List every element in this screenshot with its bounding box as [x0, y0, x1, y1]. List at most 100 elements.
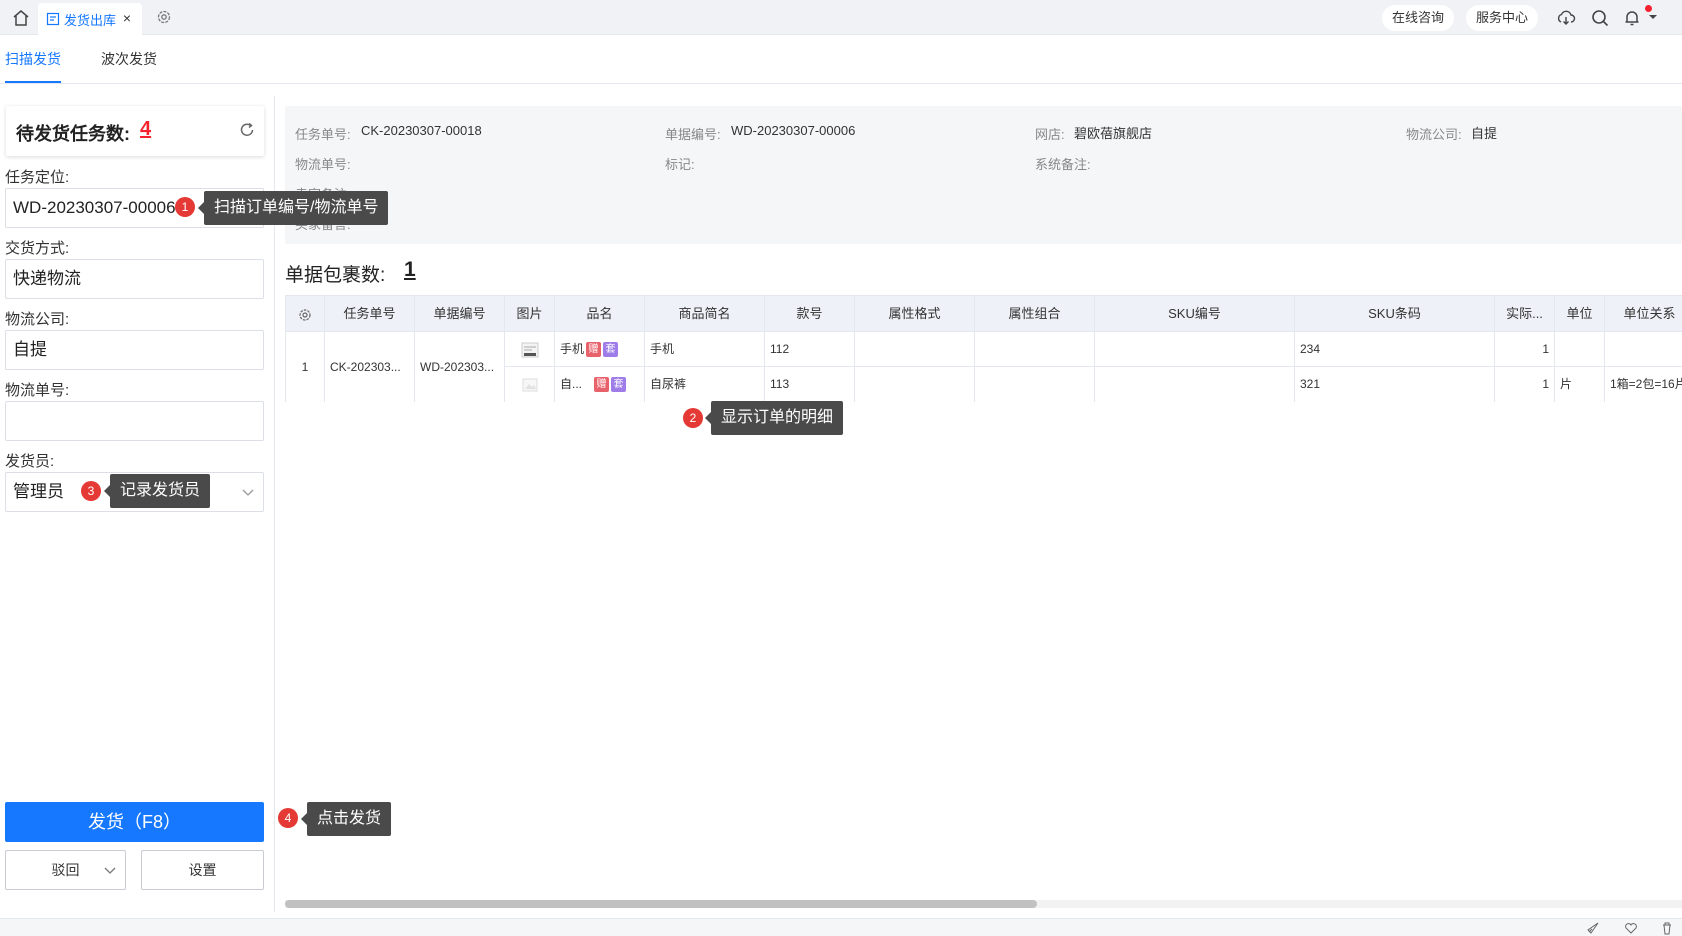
set-badge: 套: [603, 342, 619, 358]
caret-down-icon[interactable]: [1648, 12, 1658, 22]
ship-button[interactable]: 发货（F8）: [5, 802, 264, 842]
cloud-download-icon[interactable]: [1556, 8, 1576, 28]
logistics-value: 自提: [1471, 126, 1498, 141]
delivery-method-field[interactable]: 快递物流: [5, 259, 264, 299]
gift-badge: 赠: [586, 342, 602, 358]
row-index: 1: [285, 332, 325, 402]
table-row-actual-qty: 1: [1495, 367, 1555, 402]
table-row-unit: 片: [1555, 367, 1605, 402]
home-icon[interactable]: [12, 9, 30, 27]
annotation-badge-4: 4: [278, 808, 298, 828]
package-count-value[interactable]: 1: [404, 258, 416, 282]
doc-no-label: 单据编号:: [665, 127, 721, 142]
product-thumbnail-icon[interactable]: [520, 340, 540, 360]
table-row-attr-format: [855, 332, 975, 367]
shop-value: 碧欧蓓旗舰店: [1074, 126, 1153, 141]
header-actual-qty[interactable]: 实际...: [1495, 296, 1555, 332]
pending-task-card: 待发货任务数: 4: [6, 106, 264, 156]
refresh-icon[interactable]: [238, 121, 256, 139]
notification-dot: [1645, 5, 1652, 12]
tab-scan-ship[interactable]: 扫描发货: [5, 49, 61, 69]
pending-task-count[interactable]: 4: [140, 118, 151, 141]
table-row-style-no: 113: [765, 367, 855, 402]
table-row-attr-format: [855, 367, 975, 402]
header-image[interactable]: 图片: [505, 296, 555, 332]
header-attr-format[interactable]: 属性格式: [855, 296, 975, 332]
table-row-unit-relation: 1箱=2包=16片: [1605, 367, 1682, 402]
set-badge: 套: [611, 377, 627, 393]
gift-badge: 赠: [594, 377, 610, 393]
tab-shipping-outbound[interactable]: 发货出库 ×: [38, 3, 142, 35]
table-row-attr-combo: [975, 367, 1095, 402]
gear-icon[interactable]: [297, 307, 313, 323]
mark-label: 标记:: [665, 157, 695, 172]
pending-task-label: 待发货任务数:: [16, 124, 130, 144]
package-count-label: 单据包裹数:: [285, 265, 386, 286]
logistics-company-label: 物流公司:: [5, 311, 70, 328]
header-style-no[interactable]: 款号: [765, 296, 855, 332]
header-task-no[interactable]: 任务单号: [325, 296, 415, 332]
annotation-tip-2: 显示订单的明细: [704, 401, 844, 435]
rocket-icon[interactable]: [1586, 921, 1600, 935]
settings-button[interactable]: 设置: [141, 850, 264, 890]
order-detail-table: 任务单号 单据编号 图片 品名 商品简名 款号 属性格式 属性组合 SKU编号 …: [285, 295, 1682, 402]
image-placeholder-icon[interactable]: [520, 375, 540, 395]
annotation-tip-3: 记录发货员: [103, 474, 211, 508]
tab-label: 发货出库: [64, 12, 117, 28]
sub-tabs: 扫描发货 波次发货: [0, 35, 1682, 84]
bell-icon[interactable]: [1622, 8, 1642, 28]
close-icon[interactable]: ×: [120, 11, 134, 25]
header-product-name[interactable]: 品名: [555, 296, 645, 332]
task-locate-label: 任务定位:: [5, 169, 70, 186]
product-name: 自...: [560, 377, 583, 391]
scrollbar-thumb[interactable]: [285, 900, 1037, 908]
system-note-label: 系统备注:: [1035, 157, 1091, 172]
header-short-name[interactable]: 商品简名: [645, 296, 765, 332]
search-icon[interactable]: [1590, 8, 1610, 28]
tracking-no-label: 物流单号:: [295, 157, 351, 172]
annotation-tip-4: 点击发货: [300, 802, 392, 836]
table-row-product-name: 自... 赠套: [555, 367, 645, 402]
horizontal-scrollbar[interactable]: [285, 900, 1682, 908]
logistics-label: 物流公司:: [1406, 127, 1462, 142]
chevron-down-icon[interactable]: [103, 863, 117, 877]
shop-label: 网店:: [1035, 127, 1065, 142]
header-unit-relation[interactable]: 单位关系: [1605, 296, 1682, 332]
table-row-short-name: 手机: [645, 332, 765, 367]
service-center-button[interactable]: 服务中心: [1466, 5, 1539, 31]
active-tab-indicator: [5, 81, 61, 83]
table-row-sku-no: [1095, 367, 1295, 402]
table-row-actual-qty: 1: [1495, 332, 1555, 367]
top-bar: 发货出库 × 在线咨询 服务中心: [0, 0, 1682, 35]
header-sku-barcode[interactable]: SKU条码: [1295, 296, 1495, 332]
task-no-label: 任务单号:: [295, 127, 351, 142]
header-attr-combo[interactable]: 属性组合: [975, 296, 1095, 332]
table-row-style-no: 112: [765, 332, 855, 367]
annotation-badge-2: 2: [683, 408, 703, 428]
annotation-tip-1: 扫描订单编号/物流单号: [197, 191, 389, 225]
reject-button[interactable]: 驳回: [5, 850, 126, 890]
header-sku-no[interactable]: SKU编号: [1095, 296, 1295, 332]
tracking-number-label: 物流单号:: [5, 382, 70, 399]
table-row-image[interactable]: [505, 367, 555, 402]
logistics-company-field[interactable]: 自提: [5, 330, 264, 370]
table-row-sku-no: [1095, 332, 1295, 367]
status-bar: [0, 918, 1682, 936]
header-doc-no[interactable]: 单据编号: [415, 296, 505, 332]
reject-label: 驳回: [51, 862, 80, 878]
header-unit[interactable]: 单位: [1555, 296, 1605, 332]
heart-icon[interactable]: [1624, 921, 1638, 935]
online-consult-button[interactable]: 在线咨询: [1382, 5, 1455, 31]
trash-icon[interactable]: [1660, 921, 1674, 935]
table-row-image[interactable]: [505, 332, 555, 367]
table-row-short-name: 自尿裤: [645, 367, 765, 402]
gear-icon[interactable]: [155, 8, 173, 26]
column-settings-cell[interactable]: [285, 296, 325, 332]
tracking-number-input[interactable]: [5, 401, 264, 441]
tab-batch-ship[interactable]: 波次发货: [101, 49, 157, 69]
table-row-unit: [1555, 332, 1605, 367]
table-row-sku-barcode: 234: [1295, 332, 1495, 367]
task-no-value: CK-20230307-00018: [361, 123, 482, 138]
shipper-label: 发货员:: [5, 453, 55, 470]
table-row-attr-combo: [975, 332, 1095, 367]
